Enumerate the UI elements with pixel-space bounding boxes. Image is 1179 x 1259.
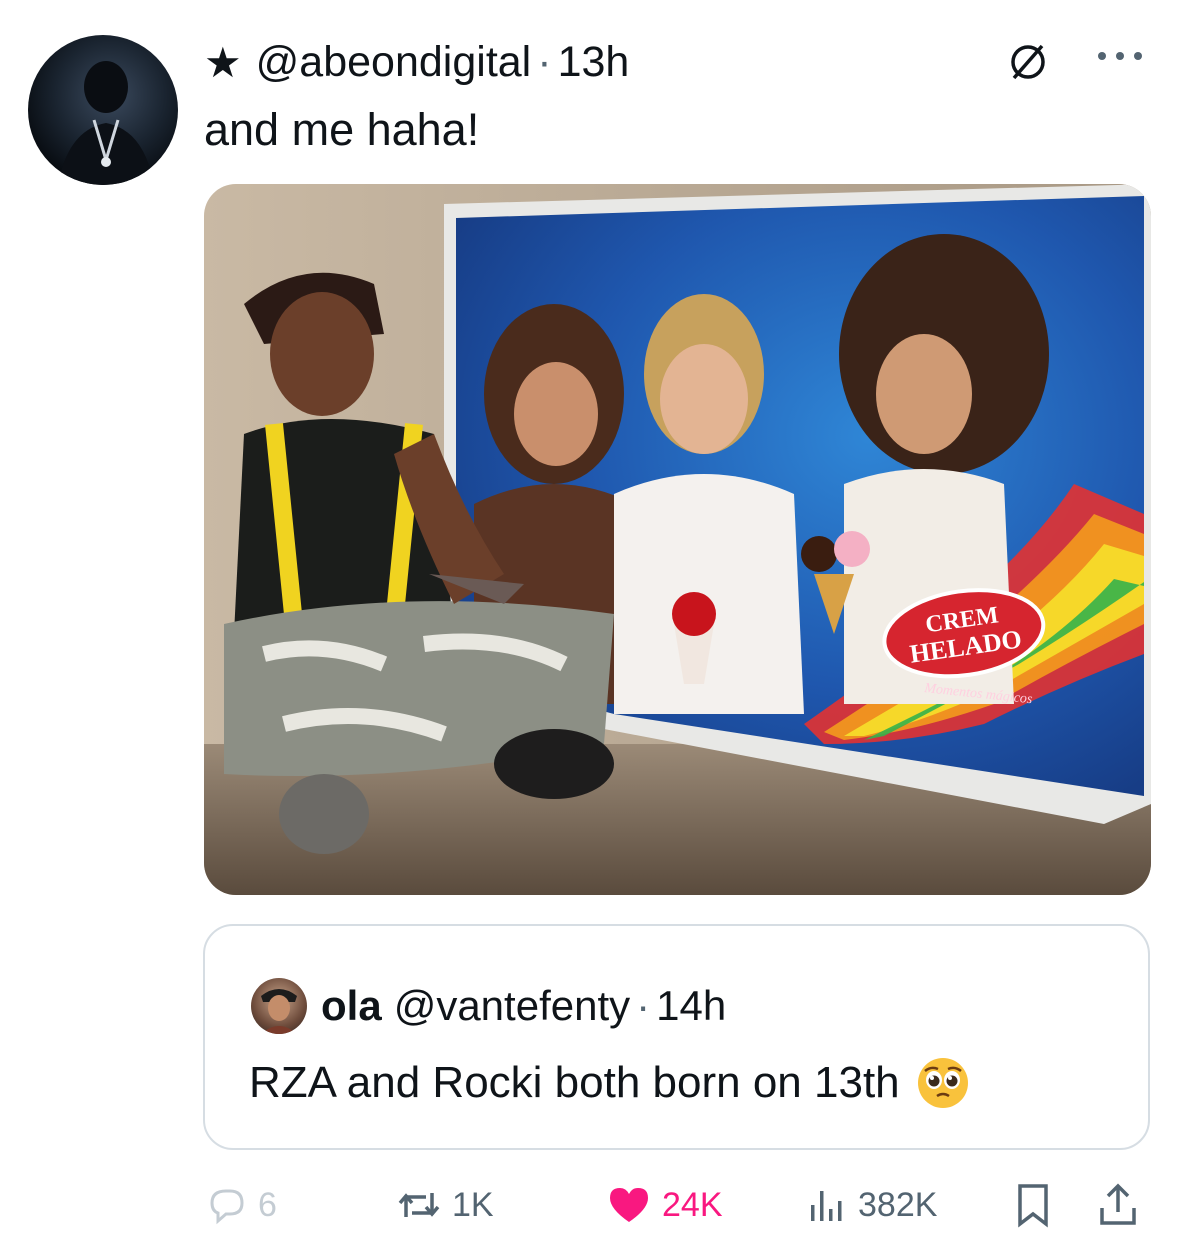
views-chart-icon [811, 1191, 842, 1221]
repost-icon [398, 1193, 440, 1217]
reply-count: 6 [258, 1185, 277, 1224]
author-handle[interactable]: @abeondigital [256, 38, 532, 87]
tweet-photo[interactable]: CREM HELADO Momentos mágicos [204, 184, 1151, 895]
action-bar: 6 1K 24K 382K [204, 1180, 1151, 1230]
reply-button[interactable]: 6 [204, 1180, 277, 1230]
like-count: 24K [662, 1185, 723, 1224]
avatar-figure [58, 61, 154, 185]
tweet-text: and me haha! [204, 104, 480, 155]
share-button[interactable] [1096, 1180, 1150, 1230]
quoted-text-content: RZA and Rocki both born on 13th [249, 1058, 900, 1107]
pleading-face-emoji-icon [917, 1058, 968, 1108]
bookmark-button[interactable] [1012, 1180, 1064, 1230]
muted-icon[interactable] [1006, 40, 1050, 84]
more-icon[interactable] [1094, 44, 1146, 68]
quoted-text: RZA and Rocki both born on 13th [249, 1056, 970, 1110]
quoted-separator-dot: · [636, 982, 651, 1029]
views-count: 382K [858, 1185, 938, 1224]
heart-icon [610, 1188, 648, 1222]
quoted-handle[interactable]: @vantefenty [394, 982, 630, 1030]
separator-dot: · [537, 37, 552, 86]
bookmark-icon [1018, 1184, 1048, 1228]
repost-count: 1K [452, 1185, 494, 1224]
timestamp[interactable]: 13h [558, 38, 630, 87]
share-icon [1100, 1183, 1136, 1225]
quoted-avatar-figure [261, 989, 297, 1034]
like-button[interactable]: 24K [606, 1180, 723, 1230]
quoted-tweet[interactable]: ola @vantefenty · 14h RZA and Rocki both… [203, 924, 1150, 1150]
author-avatar[interactable] [28, 35, 178, 185]
star-icon: ★ [204, 38, 242, 86]
quoted-timestamp[interactable]: 14h [656, 982, 726, 1030]
views-button[interactable]: 382K [804, 1180, 937, 1230]
quoted-author-avatar[interactable] [251, 978, 307, 1034]
photo-illustration: CREM HELADO Momentos mágicos [204, 184, 1151, 895]
tweet-header: ★ @abeondigital · 13h [204, 38, 629, 86]
quoted-display-name[interactable]: ola [321, 982, 382, 1030]
repost-button[interactable]: 1K [396, 1180, 494, 1230]
quoted-header: ola @vantefenty · 14h [321, 978, 726, 1034]
reply-icon [210, 1189, 244, 1225]
